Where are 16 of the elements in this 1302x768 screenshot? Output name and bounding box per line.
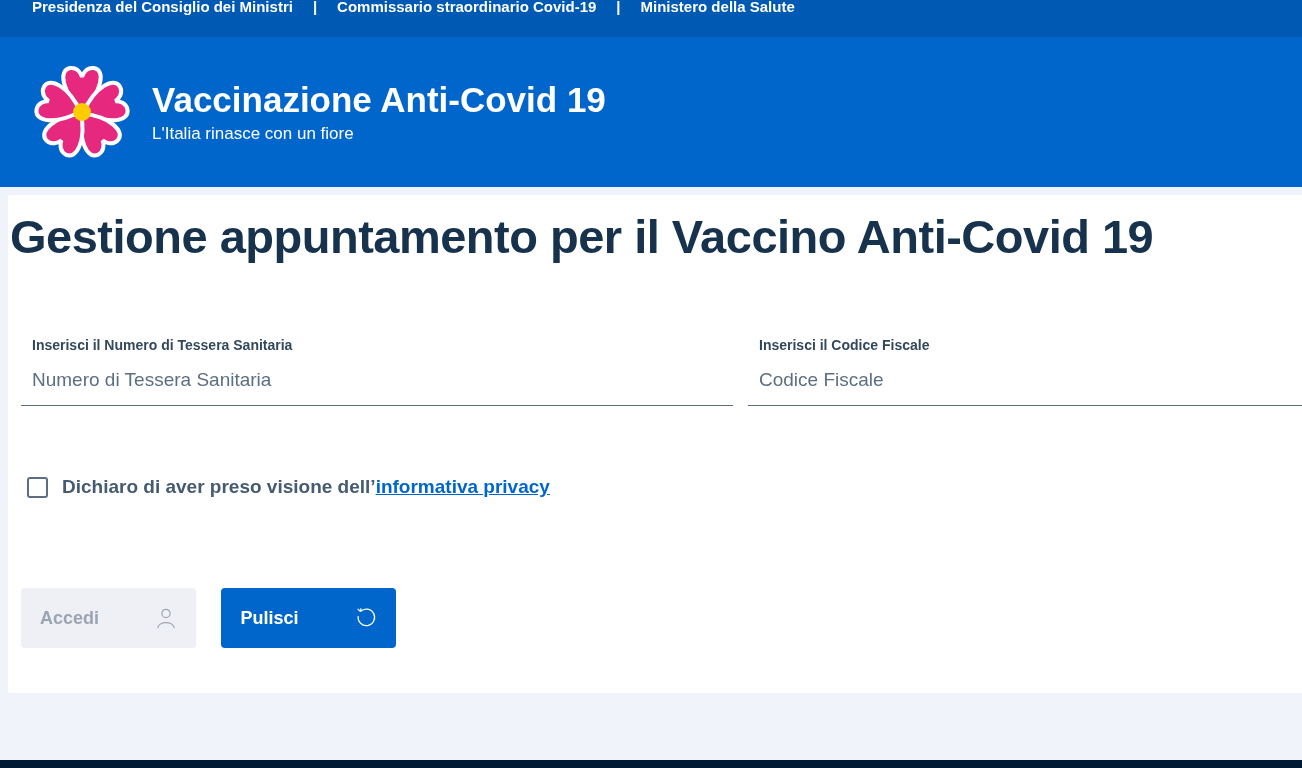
- checkbox[interactable]: [27, 476, 48, 498]
- consent-text: Dichiaro di aver preso visione dell’informativa privacy: [62, 476, 550, 498]
- reload-icon: [354, 607, 377, 629]
- top-link[interactable]: Ministero della Salute: [640, 0, 795, 14]
- field-label: Inserisci il Numero di Tessera Sanitaria: [31, 337, 294, 353]
- field-label: Inserisci il Codice Fiscale: [758, 337, 931, 353]
- page-title: Gestione appuntamento per il Vaccino Anti-Covid 19: [10, 209, 1155, 265]
- top-link[interactable]: Presidenza del Consiglio dei Ministri: [32, 0, 293, 14]
- site-subtitle: L'Italia rinasce con un fiore: [152, 124, 355, 144]
- separator: |: [616, 0, 621, 14]
- top-link[interactable]: Commissario straordinario Covid-19: [337, 0, 597, 14]
- clear-button[interactable]: Pulisci: [221, 588, 396, 648]
- site-title: Vaccinazione Anti-Covid 19: [152, 80, 606, 120]
- privacy-link[interactable]: informativa privacy: [375, 476, 550, 497]
- person-icon: [155, 607, 177, 629]
- separator: |: [312, 0, 318, 14]
